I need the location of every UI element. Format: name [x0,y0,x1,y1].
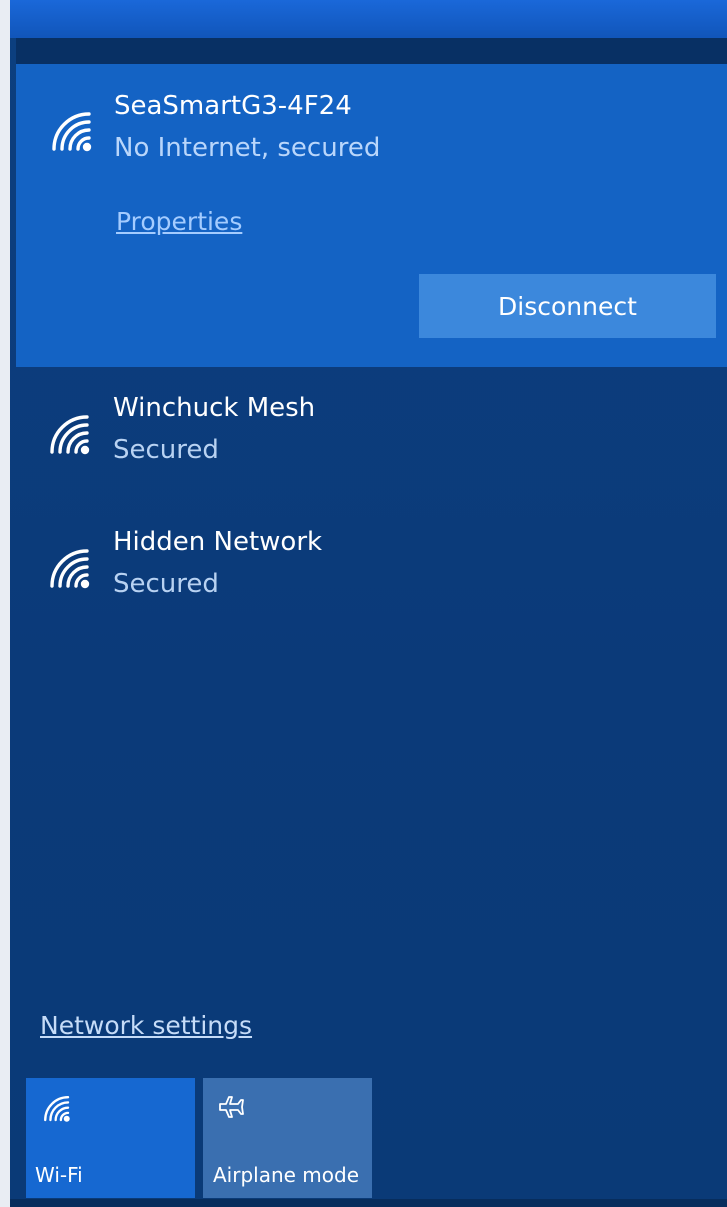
wifi-icon [44,409,90,455]
airplane-tile-label: Airplane mode [213,1163,360,1187]
network-item-hidden-network[interactable]: Hidden Network Secured [16,527,727,635]
disconnect-button[interactable]: Disconnect [419,274,716,338]
network-settings-link[interactable]: Network settings [40,1011,252,1040]
wifi-tile-label: Wi-Fi [35,1163,83,1187]
network-ssid: Winchuck Mesh [113,393,316,423]
connected-ssid: SeaSmartG3-4F24 [114,91,352,121]
wifi-icon [40,1092,70,1122]
wifi-icon [46,106,92,152]
network-ssid: Hidden Network [113,527,323,557]
airplane-icon [217,1092,247,1122]
properties-link[interactable]: Properties [116,207,242,236]
flyout-bottom-edge [10,1199,727,1207]
airplane-mode-tile[interactable]: Airplane mode [203,1078,372,1198]
network-item-winchuck-mesh[interactable]: Winchuck Mesh Secured [16,393,727,501]
network-flyout: SeaSmartG3-4F24 No Internet, secured Pro… [10,38,727,1207]
wifi-icon [44,543,90,589]
network-security: Secured [113,435,219,465]
desktop-edge [0,0,10,1207]
flyout-header-strip [16,38,727,64]
connection-status: No Internet, secured [114,133,381,163]
wifi-toggle-tile[interactable]: Wi-Fi [26,1078,195,1198]
connected-network-card[interactable]: SeaSmartG3-4F24 No Internet, secured Pro… [16,64,727,367]
network-security: Secured [113,569,219,599]
